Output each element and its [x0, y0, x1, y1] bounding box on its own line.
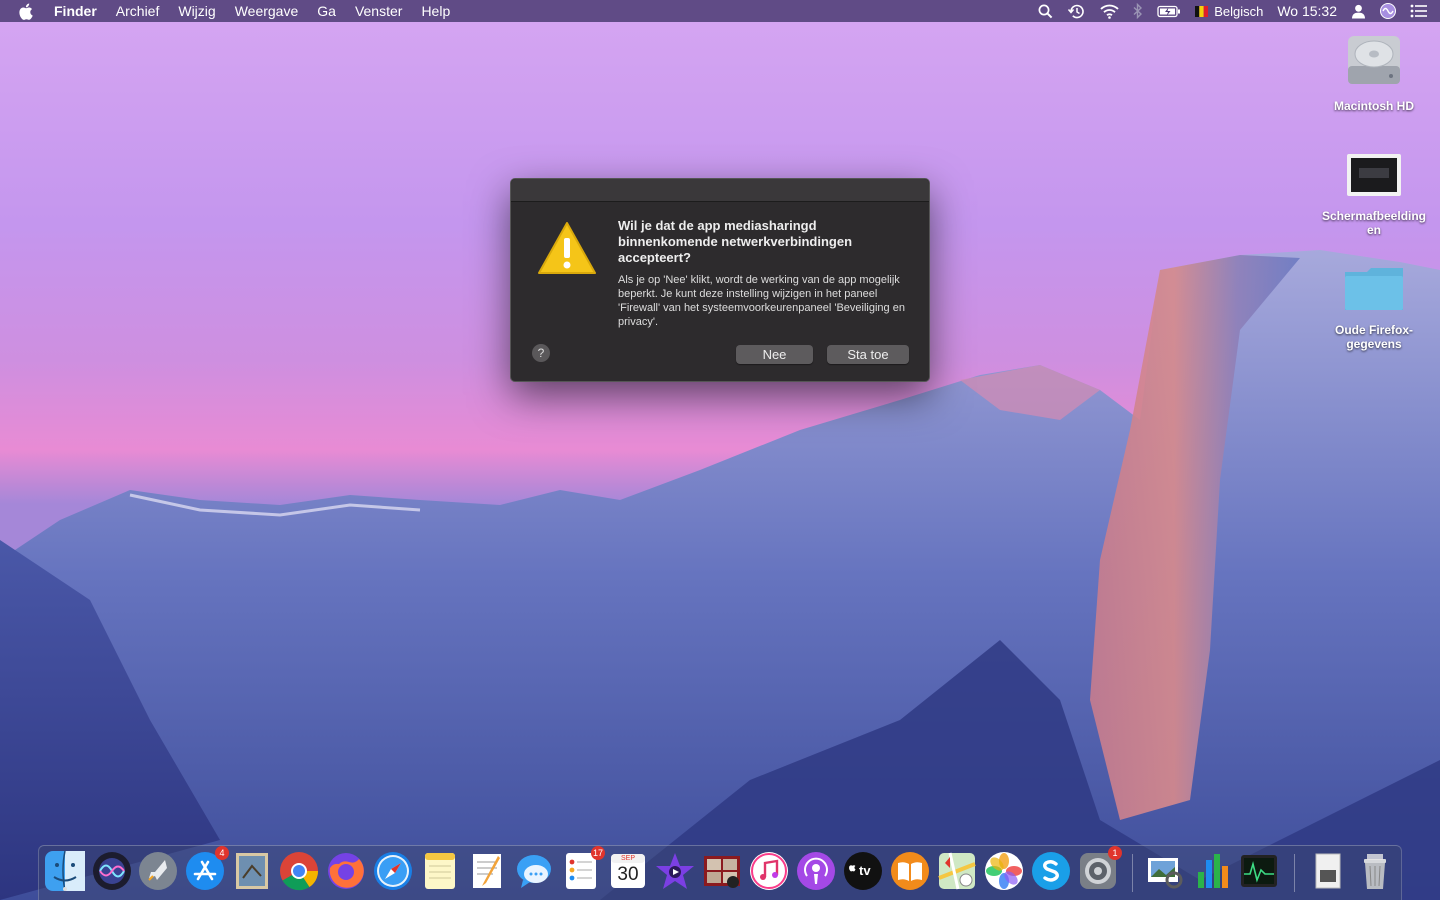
desktop-icon-label: Schermafbeelding en [1321, 209, 1427, 237]
dock-textedit-icon[interactable] [466, 850, 508, 892]
dock-reminders-icon[interactable]: 17 [560, 846, 605, 892]
dock-launchpad-icon[interactable] [137, 850, 179, 892]
time-machine-icon[interactable] [1067, 3, 1086, 20]
firewall-alert-dialog: Wil je dat de app mediasharingd binnenko… [510, 178, 930, 382]
dock-system-preferences-icon[interactable]: 1 [1077, 846, 1122, 892]
dialog-title: Wil je dat de app mediasharingd binnenko… [618, 218, 853, 265]
dock: 4 17 SEP 30 tv 1 [38, 845, 1402, 900]
dock-books-icon[interactable] [889, 850, 931, 892]
dock-photos-icon[interactable] [983, 850, 1025, 892]
dock-apple-tv-icon[interactable]: tv [842, 850, 884, 892]
desktop-icon-oude-firefox[interactable]: Oude Firefox-gegevens [1319, 262, 1429, 351]
dock-numbers-icon[interactable] [1191, 850, 1233, 892]
folder-icon [1319, 262, 1429, 317]
dialog-message: Als je op 'Nee' klikt, wordt de werking … [618, 274, 905, 328]
dock-maps-icon[interactable] [936, 850, 978, 892]
dock-preview-icon[interactable] [1144, 850, 1186, 892]
dock-photo-booth-icon[interactable] [701, 850, 743, 892]
dock-messages-icon[interactable] [513, 850, 555, 892]
desktop-icon-macintosh-hd[interactable]: Macintosh HD [1319, 30, 1429, 113]
dialog-titlebar[interactable] [511, 179, 929, 202]
help-button[interactable]: ? [532, 344, 550, 362]
dock-podcasts-icon[interactable] [795, 850, 837, 892]
dock-itunes-icon[interactable] [748, 850, 790, 892]
user-icon[interactable] [1351, 4, 1366, 19]
menu-archief[interactable]: Archief [116, 3, 160, 19]
dock-chrome-icon[interactable] [278, 850, 320, 892]
battery-icon[interactable] [1157, 5, 1181, 18]
menu-finder[interactable]: Finder [54, 3, 97, 19]
belgian-flag-icon[interactable] [1195, 5, 1209, 17]
system-preferences-badge: 1 [1108, 846, 1122, 860]
deny-button[interactable]: Nee [736, 345, 813, 364]
dock-finder-icon[interactable] [44, 850, 86, 892]
allow-button[interactable]: Sta toe [827, 345, 909, 364]
menu-venster[interactable]: Venster [355, 3, 402, 19]
bluetooth-icon[interactable] [1133, 3, 1143, 19]
dock-safari-icon[interactable] [372, 850, 414, 892]
desktop-icon-schermafbeelding[interactable]: Schermafbeelding en [1319, 150, 1429, 237]
menu-wijzig[interactable]: Wijzig [178, 3, 215, 19]
menu-help[interactable]: Help [421, 3, 450, 19]
dock-imovie-icon[interactable] [654, 850, 696, 892]
dock-firefox-icon[interactable] [325, 850, 367, 892]
apple-menu-icon[interactable] [18, 2, 34, 20]
siri-icon[interactable] [1380, 3, 1396, 19]
menu-bar: Finder Archief Wijzig Weergave Ga Venste… [0, 0, 1440, 22]
dock-downloads-stack-icon[interactable] [1307, 850, 1349, 892]
warning-icon [537, 221, 597, 280]
dock-mail-icon[interactable] [231, 850, 273, 892]
calendar-day: 30 [617, 864, 639, 885]
menubar-clock[interactable]: Wo 15:32 [1277, 3, 1337, 19]
notification-center-icon[interactable] [1410, 4, 1428, 18]
dock-trash-icon[interactable] [1354, 850, 1396, 892]
desktop-icon-label: Macintosh HD [1333, 99, 1414, 113]
app-store-badge: 4 [215, 846, 229, 860]
screenshot-folder-icon [1319, 150, 1429, 203]
menu-weergave[interactable]: Weergave [235, 3, 299, 19]
desktop-wallpaper [0, 0, 1440, 900]
apple-tv-label: tv [859, 863, 871, 878]
dock-app-store-icon[interactable]: 4 [184, 846, 229, 892]
dock-notes-icon[interactable] [419, 850, 461, 892]
dock-separator [1294, 854, 1295, 892]
desktop-icon-label: Oude Firefox-gegevens [1334, 323, 1413, 351]
dock-activity-monitor-icon[interactable] [1238, 850, 1280, 892]
running-indicator [63, 887, 67, 891]
spotlight-search-icon[interactable] [1038, 4, 1053, 19]
menu-ga[interactable]: Ga [317, 3, 336, 19]
dock-separator [1132, 854, 1133, 892]
dock-skype-icon[interactable] [1030, 850, 1072, 892]
input-source-label[interactable]: Belgisch [1214, 4, 1263, 19]
reminders-badge: 17 [590, 846, 605, 860]
dock-calendar-icon[interactable]: SEP 30 [607, 850, 649, 892]
hard-drive-icon [1319, 30, 1429, 93]
calendar-month: SEP [620, 855, 635, 862]
wifi-icon[interactable] [1100, 4, 1119, 19]
dock-siri-icon[interactable] [91, 850, 133, 892]
